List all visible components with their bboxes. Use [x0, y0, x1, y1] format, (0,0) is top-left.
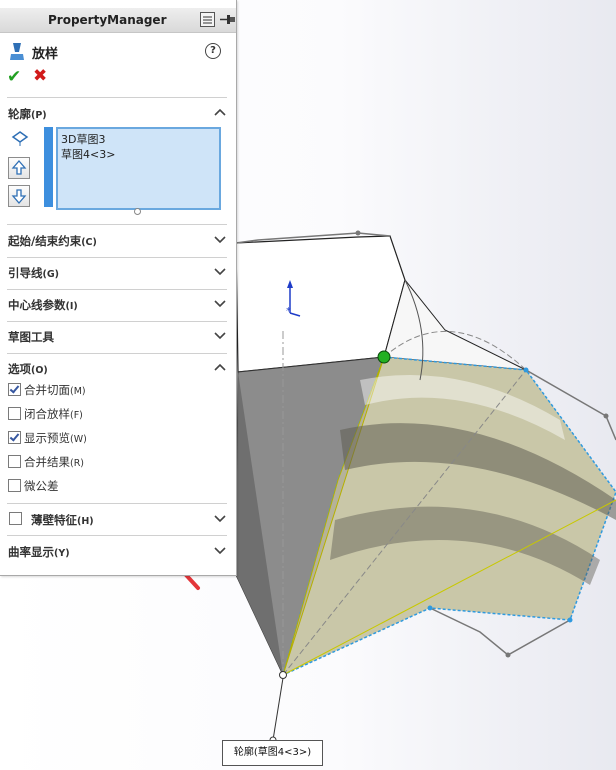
profile-item-1[interactable]: 3D草图3 — [61, 131, 105, 147]
section-centerline-parameters[interactable]: 中心线参数(I) — [7, 294, 227, 314]
list-resize-handle[interactable] — [134, 208, 141, 215]
section-profile-header[interactable]: 轮廓(P) — [7, 103, 227, 123]
chevron-down-icon[interactable] — [213, 328, 227, 342]
section-curvature-display[interactable]: 曲率显示(Y) — [7, 541, 227, 561]
move-up-button[interactable] — [8, 157, 30, 179]
pm-title: PropertyManager — [48, 13, 167, 27]
option-label: 合并切面 — [24, 383, 70, 397]
chevron-up-icon[interactable] — [213, 360, 227, 374]
option-label: 闭合放样 — [24, 407, 70, 421]
section-start-end-constraints[interactable]: 起始/结束约束(C) — [7, 230, 227, 250]
checkbox[interactable] — [8, 455, 21, 468]
checkbox-checked[interactable] — [8, 431, 21, 444]
section-label: 起始/结束约束 — [8, 234, 82, 248]
section-label: 薄壁特征 — [31, 513, 77, 527]
option-label: 显示预览 — [24, 431, 70, 445]
expand-panel-icon[interactable] — [200, 12, 215, 27]
chevron-down-icon[interactable] — [213, 232, 227, 246]
section-label: 中心线参数 — [8, 298, 66, 312]
loft-feature-icon — [10, 43, 24, 60]
profile-item-2[interactable]: 草图4<3> — [61, 146, 115, 162]
section-profile-label: 轮廓 — [8, 107, 31, 121]
profile-callout-label[interactable]: 轮廓(草图4<3>) — [222, 740, 323, 766]
chevron-up-icon[interactable] — [213, 105, 227, 119]
profile-list-accent — [44, 127, 53, 207]
cancel-x-button[interactable]: ✖ — [33, 66, 47, 86]
section-label: 引导线 — [8, 266, 43, 280]
svg-text:*: * — [286, 306, 291, 317]
option-label: 微公差 — [24, 479, 59, 493]
checkbox[interactable] — [8, 407, 21, 420]
loft-model: * — [235, 230, 616, 744]
help-icon[interactable]: ? — [205, 43, 221, 59]
chevron-down-icon[interactable] — [213, 543, 227, 557]
section-label: 草图工具 — [8, 330, 54, 344]
move-down-button[interactable] — [8, 185, 30, 207]
checkbox-checked[interactable] — [8, 383, 21, 396]
chevron-down-icon[interactable] — [213, 296, 227, 310]
arrow-down-icon — [11, 189, 27, 204]
profile-list[interactable]: 3D草图3 草图4<3> — [56, 127, 221, 210]
ok-check-button[interactable]: ✔ — [7, 67, 21, 87]
arrow-up-icon — [11, 160, 27, 175]
checkbox[interactable] — [8, 479, 21, 492]
feature-name: 放样 — [32, 47, 59, 62]
section-label: 曲率显示 — [8, 545, 54, 559]
checkbox[interactable] — [9, 512, 22, 525]
pm-title-bar: PropertyManager — [0, 8, 236, 33]
property-manager-panel: PropertyManager 放样 ? ✔ ✖ 轮廓(P) 3D草图3 草图4… — [0, 0, 237, 576]
chevron-down-icon[interactable] — [213, 511, 227, 525]
pin-icon[interactable] — [219, 12, 236, 27]
section-guide-curves[interactable]: 引导线(G) — [7, 262, 227, 282]
chevron-down-icon[interactable] — [213, 264, 227, 278]
section-options-header[interactable]: 选项(O) — [7, 358, 227, 378]
option-label: 合并结果 — [24, 455, 70, 469]
section-sketch-tools[interactable]: 草图工具 — [7, 326, 227, 346]
section-options-label: 选项 — [8, 362, 31, 376]
profile-select-icon — [11, 131, 29, 146]
section-thin-feature[interactable]: 薄壁特征(H) — [7, 509, 227, 529]
